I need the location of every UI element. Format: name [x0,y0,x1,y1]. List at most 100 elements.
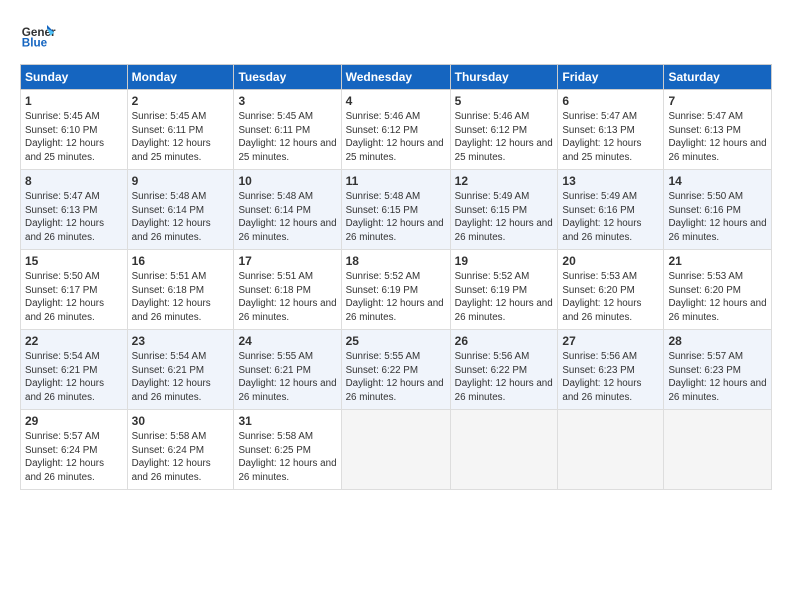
calendar-cell: 24 Sunrise: 5:55 AMSunset: 6:21 PMDayligh… [234,330,341,410]
day-number: 25 [346,333,446,349]
day-info: Sunrise: 5:53 AMSunset: 6:20 PMDaylight:… [562,271,641,323]
calendar-cell: 9Sunrise: 5:48 AMSunset: 6:14 PMDaylight… [127,170,234,250]
day-info: Sunrise: 5:47 AMSunset: 6:13 PMDaylight:… [562,111,641,163]
day-number: 21 [668,253,767,269]
day-number: 18 [346,253,446,269]
day-info: Sunrise: 5:45 AMSunset: 6:10 PMDaylight:… [25,111,104,163]
day-info: Sunrise: 5:55 AMSunset: 6:21 PMDaylight:… [238,351,336,403]
day-number: 8 [25,173,123,189]
day-info: Sunrise: 5:51 AMSunset: 6:18 PMDaylight:… [132,271,211,323]
logo-icon: General Blue [20,16,56,52]
calendar-cell: 13Sunrise: 5:49 AMSunset: 6:16 PMDayligh… [558,170,664,250]
calendar-cell: 7Sunrise: 5:47 AMSunset: 6:13 PMDaylight… [664,90,772,170]
day-number: 31 [238,413,336,429]
day-number: 19 [455,253,554,269]
weekday-header-monday: Monday [127,65,234,90]
calendar-cell: 12 Sunrise: 5:49 AMSunset: 6:15 PMDayligh… [450,170,558,250]
calendar-cell: 27 Sunrise: 5:56 AMSunset: 6:23 PMDayligh… [558,330,664,410]
calendar-cell [558,410,664,490]
calendar-cell: 14 Sunrise: 5:50 AMSunset: 6:16 PMDayligh… [664,170,772,250]
day-info: Sunrise: 5:50 AMSunset: 6:17 PMDaylight:… [25,271,104,323]
day-info: Sunrise: 5:58 AMSunset: 6:25 PMDaylight:… [238,431,336,483]
day-info: Sunrise: 5:56 AMSunset: 6:23 PMDaylight:… [562,351,641,403]
day-info: Sunrise: 5:46 AMSunset: 6:12 PMDaylight:… [455,111,553,163]
day-number: 6 [562,93,659,109]
week-row-1: 1 Sunrise: 5:45 AMSunset: 6:10 PMDaylight… [21,90,772,170]
calendar-cell: 30 Sunrise: 5:58 AMSunset: 6:24 PMDayligh… [127,410,234,490]
calendar-cell [341,410,450,490]
day-number: 15 [25,253,123,269]
calendar-cell: 16 Sunrise: 5:51 AMSunset: 6:18 PMDayligh… [127,250,234,330]
calendar-cell: 2Sunrise: 5:45 AMSunset: 6:11 PMDaylight… [127,90,234,170]
week-row-4: 22 Sunrise: 5:54 AMSunset: 6:21 PMDayligh… [21,330,772,410]
calendar-cell: 8Sunrise: 5:47 AMSunset: 6:13 PMDaylight… [21,170,128,250]
day-info: Sunrise: 5:49 AMSunset: 6:15 PMDaylight:… [455,191,553,243]
week-row-3: 15 Sunrise: 5:50 AMSunset: 6:17 PMDayligh… [21,250,772,330]
day-number: 26 [455,333,554,349]
day-info: Sunrise: 5:54 AMSunset: 6:21 PMDaylight:… [132,351,211,403]
day-info: Sunrise: 5:47 AMSunset: 6:13 PMDaylight:… [668,111,766,163]
calendar-cell: 28Sunrise: 5:57 AMSunset: 6:23 PMDayligh… [664,330,772,410]
day-info: Sunrise: 5:45 AMSunset: 6:11 PMDaylight:… [238,111,336,163]
day-number: 30 [132,413,230,429]
day-number: 9 [132,173,230,189]
day-number: 5 [455,93,554,109]
day-info: Sunrise: 5:48 AMSunset: 6:15 PMDaylight:… [346,191,444,243]
weekday-header-thursday: Thursday [450,65,558,90]
day-number: 4 [346,93,446,109]
weekday-header-sunday: Sunday [21,65,128,90]
day-number: 12 [455,173,554,189]
day-number: 1 [25,93,123,109]
day-number: 22 [25,333,123,349]
calendar-cell: 22 Sunrise: 5:54 AMSunset: 6:21 PMDayligh… [21,330,128,410]
day-number: 3 [238,93,336,109]
calendar-cell [664,410,772,490]
svg-text:Blue: Blue [22,37,48,50]
weekday-header-saturday: Saturday [664,65,772,90]
day-number: 10 [238,173,336,189]
day-number: 24 [238,333,336,349]
calendar-cell [450,410,558,490]
calendar-cell: 15 Sunrise: 5:50 AMSunset: 6:17 PMDayligh… [21,250,128,330]
day-info: Sunrise: 5:58 AMSunset: 6:24 PMDaylight:… [132,431,211,483]
weekday-header-tuesday: Tuesday [234,65,341,90]
calendar-cell: 5 Sunrise: 5:46 AMSunset: 6:12 PMDaylight… [450,90,558,170]
day-number: 20 [562,253,659,269]
day-number: 23 [132,333,230,349]
day-info: Sunrise: 5:48 AMSunset: 6:14 PMDaylight:… [238,191,336,243]
calendar-cell: 10 Sunrise: 5:48 AMSunset: 6:14 PMDayligh… [234,170,341,250]
day-number: 27 [562,333,659,349]
day-info: Sunrise: 5:46 AMSunset: 6:12 PMDaylight:… [346,111,444,163]
calendar-cell: 26 Sunrise: 5:56 AMSunset: 6:22 PMDayligh… [450,330,558,410]
calendar-cell: 31 Sunrise: 5:58 AMSunset: 6:25 PMDayligh… [234,410,341,490]
calendar-cell: 17Sunrise: 5:51 AMSunset: 6:18 PMDayligh… [234,250,341,330]
calendar-cell: 6 Sunrise: 5:47 AMSunset: 6:13 PMDaylight… [558,90,664,170]
calendar-cell: 3 Sunrise: 5:45 AMSunset: 6:11 PMDaylight… [234,90,341,170]
calendar-table: SundayMondayTuesdayWednesdayThursdayFrid… [20,64,772,490]
day-info: Sunrise: 5:56 AMSunset: 6:22 PMDaylight:… [455,351,553,403]
calendar-cell: 23 Sunrise: 5:54 AMSunset: 6:21 PMDayligh… [127,330,234,410]
day-number: 28 [668,333,767,349]
day-number: 13 [562,173,659,189]
day-info: Sunrise: 5:53 AMSunset: 6:20 PMDaylight:… [668,271,766,323]
day-info: Sunrise: 5:52 AMSunset: 6:19 PMDaylight:… [455,271,553,323]
header: General Blue [20,16,772,52]
calendar-cell: 18Sunrise: 5:52 AMSunset: 6:19 PMDayligh… [341,250,450,330]
calendar-cell: 20 Sunrise: 5:53 AMSunset: 6:20 PMDayligh… [558,250,664,330]
day-number: 14 [668,173,767,189]
weekday-header-friday: Friday [558,65,664,90]
calendar-cell: 11Sunrise: 5:48 AMSunset: 6:15 PMDayligh… [341,170,450,250]
day-info: Sunrise: 5:54 AMSunset: 6:21 PMDaylight:… [25,351,104,403]
calendar-cell: 1 Sunrise: 5:45 AMSunset: 6:10 PMDaylight… [21,90,128,170]
weekday-header-wednesday: Wednesday [341,65,450,90]
calendar-cell: 25 Sunrise: 5:55 AMSunset: 6:22 PMDayligh… [341,330,450,410]
calendar-container: General Blue SundayMondayTuesdayWednesda… [0,0,792,500]
day-info: Sunrise: 5:57 AMSunset: 6:24 PMDaylight:… [25,431,104,483]
weekday-header-row: SundayMondayTuesdayWednesdayThursdayFrid… [21,65,772,90]
calendar-cell: 21 Sunrise: 5:53 AMSunset: 6:20 PMDayligh… [664,250,772,330]
day-info: Sunrise: 5:55 AMSunset: 6:22 PMDaylight:… [346,351,444,403]
week-row-2: 8Sunrise: 5:47 AMSunset: 6:13 PMDaylight… [21,170,772,250]
calendar-cell: 4 Sunrise: 5:46 AMSunset: 6:12 PMDaylight… [341,90,450,170]
day-number: 16 [132,253,230,269]
day-info: Sunrise: 5:50 AMSunset: 6:16 PMDaylight:… [668,191,766,243]
